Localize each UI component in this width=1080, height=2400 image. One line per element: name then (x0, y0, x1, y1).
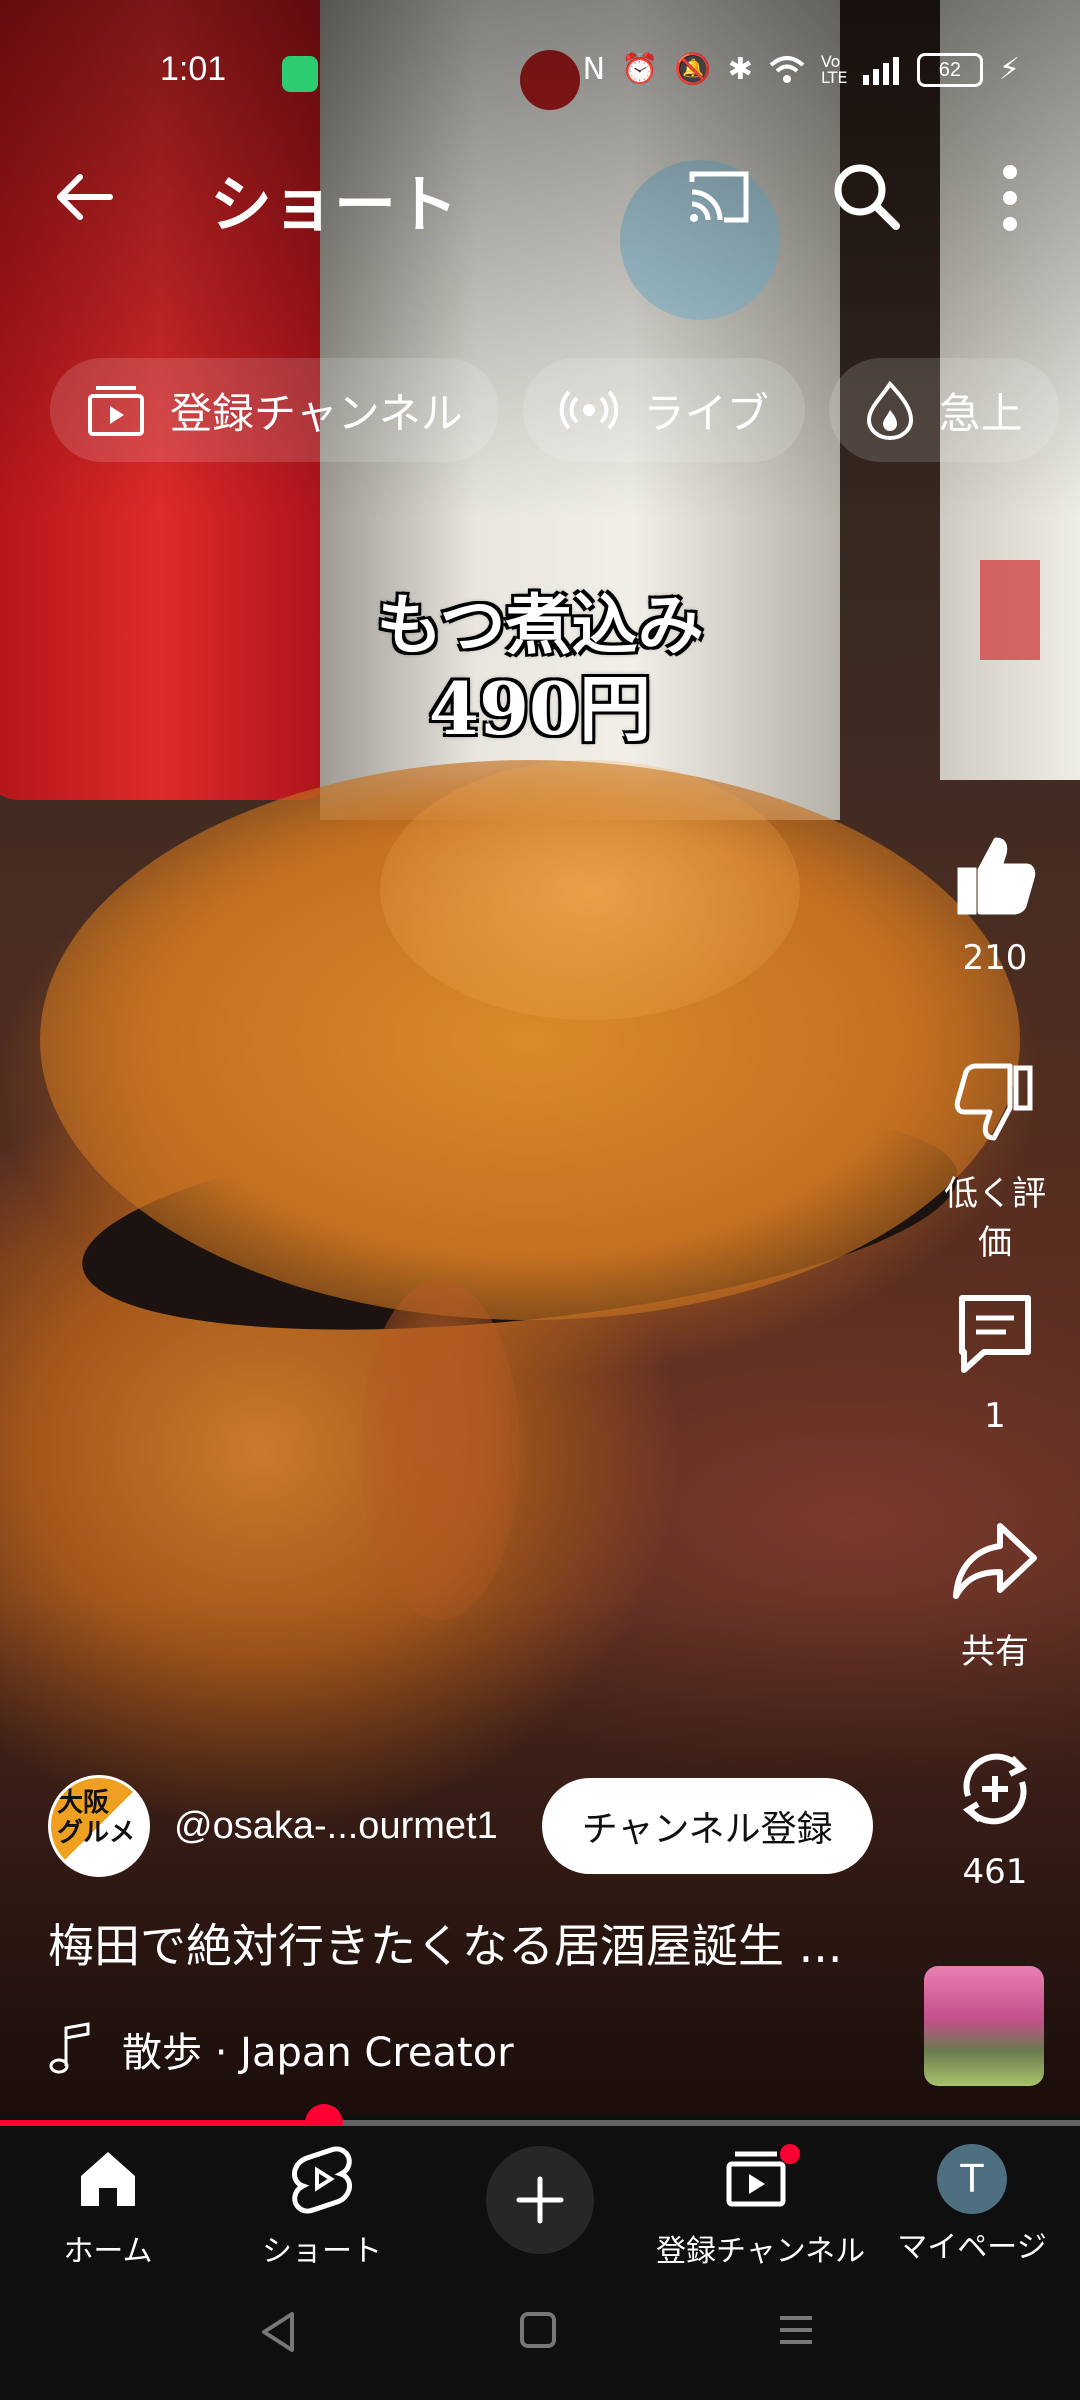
bluetooth-icon: ✱ (727, 52, 753, 87)
nav-subscriptions-label: 登録チャンネル (656, 2234, 866, 2269)
channel-avatar[interactable]: 大阪 グルメ (48, 1775, 150, 1877)
avatar-logo-text: 大阪 グルメ (57, 1788, 135, 1848)
food-drip (360, 1280, 520, 1620)
wifi-icon (769, 55, 805, 83)
trending-icon (866, 380, 913, 440)
page-title: ショート (210, 168, 459, 241)
thumbs-up-icon (957, 837, 1036, 915)
nav-shorts-label: ショート (262, 2234, 382, 2269)
cast-icon[interactable] (684, 162, 754, 232)
live-icon (559, 390, 618, 430)
nav-subscriptions[interactable]: 登録チャンネル (656, 2144, 866, 2270)
charging-icon: ⚡ (998, 52, 1020, 87)
nav-home-label: ホーム (63, 2234, 153, 2269)
chip-label: 登録チャンネル (170, 388, 463, 438)
nav-home[interactable]: ホーム (8, 2144, 208, 2270)
channel-row: 大阪 グルメ @osaka-...ourmet1 チャンネル登録 (48, 1775, 908, 1877)
share-icon (953, 1523, 1037, 1599)
like-count: 210 (962, 938, 1028, 978)
music-note-icon (49, 2022, 90, 2074)
home-icon (81, 2152, 135, 2206)
nav-me-label: マイページ (897, 2230, 1047, 2265)
music-thumbnail[interactable] (924, 1966, 1044, 2086)
volte-icon: Vo LTE (820, 51, 848, 87)
comment-count: 1 (984, 1396, 1006, 1436)
food-highlight (380, 760, 800, 1020)
status-bar: 1:01 N ⏰ 🔕 ✱ Vo LTE 62 ⚡ (0, 0, 1080, 130)
battery-saver-badge (282, 56, 318, 92)
music-title: 散歩 · Japan Creator (122, 2030, 514, 2076)
mute-icon: 🔕 (674, 52, 712, 87)
subscriptions-icon (88, 386, 144, 436)
remix-count: 461 (962, 1852, 1028, 1892)
like-button[interactable]: 210 (940, 830, 1050, 978)
video-title[interactable]: 梅田で絶対行きたくなる居酒屋誕生 ... (48, 1910, 908, 1976)
user-avatar: T (937, 2144, 1007, 2214)
nav-me[interactable]: T マイページ (872, 2144, 1072, 2266)
shorts-icon (292, 2146, 352, 2214)
share-button[interactable]: 共有 (940, 1516, 1050, 1673)
battery-icon: 62 (916, 52, 983, 87)
music-row[interactable]: 散歩 · Japan Creator (48, 2020, 514, 2078)
dislike-button[interactable]: 低く評価 (940, 1058, 1050, 1264)
chip-label: ライブ (642, 388, 769, 438)
search-icon[interactable] (830, 160, 902, 232)
alarm-icon: ⏰ (621, 52, 659, 87)
channel-handle[interactable]: @osaka-...ourmet1 (174, 1805, 498, 1848)
filter-chips: 登録チャンネル ライブ 急上 (50, 358, 1059, 462)
remix-button[interactable]: 461 (940, 1744, 1050, 1892)
remix-icon (962, 1753, 1028, 1825)
chip-trending[interactable]: 急上 (828, 358, 1059, 462)
top-app-bar: ショート (0, 140, 1080, 250)
more-vertical-icon[interactable] (990, 158, 1030, 238)
create-button[interactable] (486, 2146, 594, 2254)
comment-icon (959, 1295, 1031, 1373)
signal-icon (862, 56, 899, 85)
nav-shorts[interactable]: ショート (222, 2144, 422, 2270)
home-square-icon[interactable] (518, 2310, 558, 2350)
new-content-dot (780, 2144, 800, 2164)
nfc-icon: N (582, 52, 606, 87)
chip-label: 急上 (938, 388, 1023, 438)
bottom-navigation: ホーム ショート 登録チャンネル T マイページ (0, 2126, 1080, 2269)
comments-button[interactable]: 1 (940, 1288, 1050, 1436)
chip-live[interactable]: ライブ (522, 358, 805, 462)
avatar-text-line2: グルメ (57, 1818, 136, 1848)
arrow-left-icon[interactable] (50, 162, 120, 232)
status-icons: N ⏰ 🔕 ✱ Vo LTE 62 ⚡ (583, 52, 1020, 87)
thumbs-down-icon (954, 1063, 1033, 1141)
back-triangle-icon[interactable] (258, 2310, 298, 2354)
status-time: 1:01 (160, 50, 227, 88)
dislike-label: 低く評価 (944, 1174, 1046, 1263)
system-navigation-bar (0, 2266, 1080, 2400)
recents-menu-icon[interactable] (776, 2310, 816, 2350)
subscribe-button[interactable]: チャンネル登録 (541, 1778, 873, 1874)
video-caption-line2: 490円 (428, 666, 652, 751)
plus-icon (516, 2176, 564, 2224)
chip-subscriptions[interactable]: 登録チャンネル (50, 358, 499, 462)
avatar-text-line1: 大阪 (57, 1788, 110, 1818)
share-label: 共有 (961, 1632, 1029, 1672)
